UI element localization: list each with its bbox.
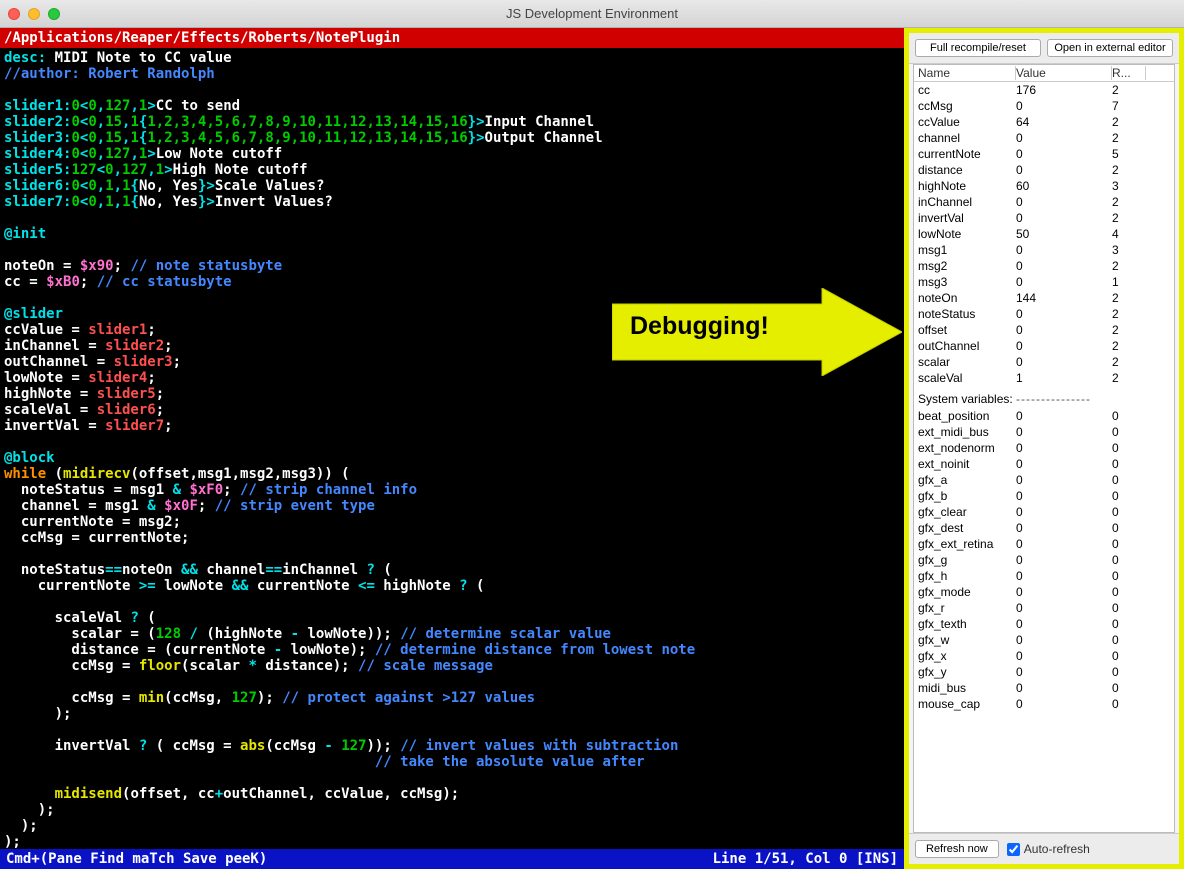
status-right: Line 1/51, Col 0 [INS] bbox=[713, 851, 898, 867]
table-row[interactable]: noteOn1442 bbox=[914, 290, 1174, 306]
table-row[interactable]: midi_bus00 bbox=[914, 680, 1174, 696]
table-row[interactable]: gfx_a00 bbox=[914, 472, 1174, 488]
traffic-lights bbox=[8, 8, 60, 20]
table-row[interactable]: scalar02 bbox=[914, 354, 1174, 370]
table-row[interactable]: ccMsg07 bbox=[914, 98, 1174, 114]
table-row[interactable]: invertVal02 bbox=[914, 210, 1174, 226]
file-path-bar: /Applications/Reaper/Effects/Roberts/Not… bbox=[0, 28, 904, 48]
table-row[interactable]: highNote603 bbox=[914, 178, 1174, 194]
table-row[interactable]: msg202 bbox=[914, 258, 1174, 274]
sysvars-divider: System variables: --------------- bbox=[914, 386, 1174, 408]
table-row[interactable]: beat_position00 bbox=[914, 408, 1174, 424]
table-row[interactable]: currentNote05 bbox=[914, 146, 1174, 162]
table-row[interactable]: inChannel02 bbox=[914, 194, 1174, 210]
table-row[interactable]: mouse_cap00 bbox=[914, 696, 1174, 712]
table-row[interactable]: gfx_y00 bbox=[914, 664, 1174, 680]
close-icon[interactable] bbox=[8, 8, 20, 20]
col-value[interactable]: Value bbox=[1016, 66, 1112, 80]
table-row[interactable]: gfx_ext_retina00 bbox=[914, 536, 1174, 552]
code-editor[interactable]: desc: MIDI Note to CC value //author: Ro… bbox=[0, 48, 904, 849]
zoom-icon[interactable] bbox=[48, 8, 60, 20]
table-row[interactable]: distance02 bbox=[914, 162, 1174, 178]
refresh-button[interactable]: Refresh now bbox=[915, 840, 999, 858]
table-row[interactable]: gfx_r00 bbox=[914, 600, 1174, 616]
minimize-icon[interactable] bbox=[28, 8, 40, 20]
debug-footer: Refresh now Auto-refresh bbox=[909, 833, 1179, 864]
table-row[interactable]: msg103 bbox=[914, 242, 1174, 258]
debug-toolbar: Full recompile/reset Open in external ed… bbox=[909, 33, 1179, 64]
table-row[interactable]: cc1762 bbox=[914, 82, 1174, 98]
editor-pane: /Applications/Reaper/Effects/Roberts/Not… bbox=[0, 28, 904, 869]
col-r[interactable]: R... bbox=[1112, 66, 1146, 80]
table-row[interactable]: ext_noinit00 bbox=[914, 456, 1174, 472]
variable-table[interactable]: Name Value R... cc1762ccMsg07ccValue642c… bbox=[913, 64, 1175, 833]
table-row[interactable]: scaleVal12 bbox=[914, 370, 1174, 386]
table-row[interactable]: gfx_dest00 bbox=[914, 520, 1174, 536]
table-row[interactable]: gfx_w00 bbox=[914, 632, 1174, 648]
debug-panel: Full recompile/reset Open in external ed… bbox=[904, 28, 1184, 869]
table-row[interactable]: gfx_b00 bbox=[914, 488, 1174, 504]
table-row[interactable]: ext_midi_bus00 bbox=[914, 424, 1174, 440]
titlebar: JS Development Environment bbox=[0, 0, 1184, 28]
status-left: Cmd+(Pane Find maTch Save peeK) bbox=[6, 851, 267, 867]
table-row[interactable]: lowNote504 bbox=[914, 226, 1174, 242]
auto-refresh-input[interactable] bbox=[1007, 843, 1020, 856]
table-row[interactable]: noteStatus02 bbox=[914, 306, 1174, 322]
open-external-button[interactable]: Open in external editor bbox=[1047, 39, 1173, 57]
table-row[interactable]: gfx_x00 bbox=[914, 648, 1174, 664]
table-row[interactable]: outChannel02 bbox=[914, 338, 1174, 354]
table-row[interactable]: gfx_h00 bbox=[914, 568, 1174, 584]
table-row[interactable]: ccValue642 bbox=[914, 114, 1174, 130]
window-title: JS Development Environment bbox=[0, 6, 1184, 21]
table-row[interactable]: msg301 bbox=[914, 274, 1174, 290]
auto-refresh-checkbox[interactable]: Auto-refresh bbox=[1007, 842, 1090, 856]
table-row[interactable]: gfx_clear00 bbox=[914, 504, 1174, 520]
table-row[interactable]: offset02 bbox=[914, 322, 1174, 338]
table-row[interactable]: channel02 bbox=[914, 130, 1174, 146]
table-row[interactable]: gfx_mode00 bbox=[914, 584, 1174, 600]
status-bar: Cmd+(Pane Find maTch Save peeK) Line 1/5… bbox=[0, 849, 904, 869]
table-row[interactable]: gfx_g00 bbox=[914, 552, 1174, 568]
table-row[interactable]: gfx_texth00 bbox=[914, 616, 1174, 632]
table-row[interactable]: ext_nodenorm00 bbox=[914, 440, 1174, 456]
recompile-button[interactable]: Full recompile/reset bbox=[915, 39, 1041, 57]
table-header: Name Value R... bbox=[914, 65, 1174, 82]
col-name[interactable]: Name bbox=[918, 66, 1016, 80]
